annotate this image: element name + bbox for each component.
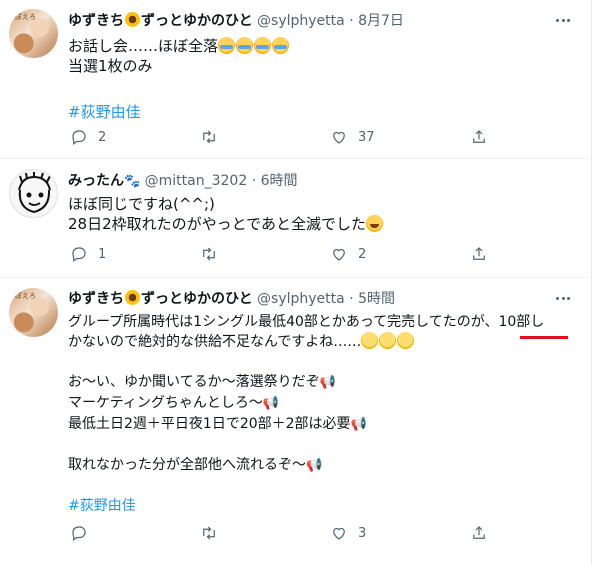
megaphone-emoji: 📢 bbox=[306, 458, 323, 473]
tweet-line: お～い、ゆか聞いてるか～落選祭りだぞ📢 bbox=[68, 374, 336, 390]
share-button[interactable] bbox=[470, 522, 488, 544]
tweet-line bbox=[68, 435, 570, 455]
like-count: 2 bbox=[358, 246, 367, 262]
share-icon bbox=[473, 130, 485, 143]
retweet-button[interactable] bbox=[200, 126, 228, 148]
tweet-line: 取れなかった分が全部他へ流れるぞ～📢 bbox=[68, 457, 323, 473]
share-button[interactable] bbox=[470, 126, 488, 148]
tweet[interactable]: ぽえろ ゆずきち ずっとゆかのひと @sylphyetta · 5時間 グループ所… bbox=[0, 278, 590, 565]
hashtag-link[interactable]: #荻野由佳 bbox=[68, 102, 570, 122]
tweet-line: 28日2枠取れたのがやっとであと全滅でした bbox=[68, 214, 570, 234]
crying-emoji bbox=[236, 37, 254, 54]
like-icon bbox=[333, 527, 345, 540]
crying-emoji bbox=[254, 37, 272, 54]
like-count: 37 bbox=[358, 129, 375, 145]
tweet-line: マーケティングちゃんとしろ～📢 bbox=[68, 395, 280, 411]
sad-face-emoji bbox=[361, 332, 379, 349]
grinning-emoji bbox=[366, 215, 384, 232]
display-name-suffix[interactable]: ずっとゆかのひと bbox=[141, 13, 253, 29]
timestamp[interactable]: 6時間 bbox=[261, 173, 298, 189]
separator-dot: · bbox=[349, 13, 354, 29]
reply-button[interactable]: 2 bbox=[70, 126, 106, 148]
display-name[interactable]: ゆずきち bbox=[68, 13, 124, 29]
megaphone-emoji: 📢 bbox=[319, 375, 336, 390]
tweet-header: ゆずきち ずっとゆかのひと @sylphyetta · 8月7日 bbox=[68, 11, 574, 31]
reply-button[interactable] bbox=[70, 522, 98, 544]
tweet-header: みったん🐾 @mittan_3202 · 6時間 bbox=[68, 171, 574, 191]
megaphone-emoji: 📢 bbox=[262, 396, 280, 411]
like-button[interactable]: 37 bbox=[330, 126, 375, 148]
like-button[interactable]: 2 bbox=[330, 243, 366, 265]
separator-dot: · bbox=[251, 173, 257, 189]
reply-icon bbox=[72, 526, 86, 541]
avatar-caption: ぽえろ bbox=[15, 13, 36, 21]
avatar[interactable] bbox=[9, 169, 58, 218]
reply-icon bbox=[72, 247, 86, 262]
retweet-button[interactable] bbox=[200, 522, 228, 544]
tweet[interactable]: みったん🐾 @mittan_3202 · 6時間 ほぼ同じですね(^^;) 28… bbox=[0, 159, 590, 278]
display-name[interactable]: ゆずきち bbox=[68, 291, 124, 307]
reply-button[interactable]: 1 bbox=[70, 243, 106, 265]
paw-print-emoji: 🐾 bbox=[124, 174, 141, 189]
tweet-line: お話し会……ほぼ全落 bbox=[68, 36, 570, 56]
tweet-line bbox=[68, 352, 570, 372]
handle[interactable]: @sylphyetta bbox=[257, 291, 345, 307]
tweet-line bbox=[68, 76, 570, 96]
tweet-line: グループ所属時代は1シングル最低40部とかあって完売してたのが、10部し bbox=[68, 314, 545, 330]
share-button[interactable] bbox=[470, 243, 488, 265]
like-count: 3 bbox=[358, 525, 367, 541]
sunflower-emoji bbox=[125, 290, 140, 305]
tweet-line bbox=[68, 476, 570, 496]
hashtag-link[interactable]: #荻野由佳 bbox=[68, 496, 570, 516]
retweet-icon bbox=[203, 247, 215, 261]
retweet-button[interactable] bbox=[200, 243, 228, 265]
tweet-actions: 1 2 bbox=[68, 243, 498, 265]
more-icon[interactable] bbox=[552, 287, 574, 309]
reply-count: 1 bbox=[98, 246, 107, 262]
separator-dot: · bbox=[349, 291, 354, 307]
handle[interactable]: @sylphyetta bbox=[257, 13, 345, 29]
reply-count: 2 bbox=[98, 129, 107, 145]
avatar[interactable]: ぽえろ bbox=[9, 288, 58, 337]
tweet-header: ゆずきち ずっとゆかのひと @sylphyetta · 5時間 bbox=[68, 289, 574, 309]
sad-face-emoji bbox=[379, 332, 397, 349]
sunflower-emoji bbox=[125, 12, 140, 27]
tweet-line: ほぼ同じですね(^^;) bbox=[68, 195, 215, 213]
avatar[interactable]: ぽえろ bbox=[9, 9, 58, 58]
avatar-caption: ぽえろ bbox=[15, 292, 36, 300]
share-icon bbox=[473, 526, 485, 539]
tweet-text: グループ所属時代は1シングル最低40部とかあって完売してたのが、10部し かない… bbox=[68, 312, 570, 516]
tweet-actions: 3 bbox=[68, 522, 498, 544]
display-name-suffix[interactable]: ずっとゆかのひと bbox=[141, 291, 253, 307]
doodle-face-icon bbox=[18, 172, 51, 214]
reply-icon bbox=[72, 130, 86, 145]
like-button[interactable]: 3 bbox=[330, 522, 366, 544]
tweet-line: 最低土日2週＋平日夜1日で20部＋2部は必要📢 bbox=[68, 416, 367, 432]
retweet-icon bbox=[203, 526, 215, 540]
timestamp[interactable]: 8月7日 bbox=[358, 13, 404, 29]
megaphone-emoji: 📢 bbox=[350, 417, 367, 432]
display-name[interactable]: みったん bbox=[68, 173, 124, 189]
tweet-line: かないので絶対的な供給不足なんですよね…… bbox=[68, 332, 570, 352]
tweet-actions: 2 37 bbox=[68, 126, 498, 148]
like-icon bbox=[333, 131, 345, 144]
share-icon bbox=[473, 247, 485, 260]
scrollbar-track[interactable] bbox=[591, 0, 601, 565]
red-annotation-underline bbox=[520, 336, 568, 339]
handle[interactable]: @mittan_3202 bbox=[145, 173, 248, 189]
more-icon[interactable] bbox=[552, 9, 574, 31]
tweet[interactable]: ぽえろ ゆずきち ずっとゆかのひと @sylphyetta · 8月7日 お話し会… bbox=[0, 0, 590, 159]
tweet-text: ほぼ同じですね(^^;) 28日2枠取れたのがやっとであと全滅でした bbox=[68, 194, 570, 234]
tweet-line: 当選1枚のみ bbox=[68, 57, 153, 75]
like-icon bbox=[333, 248, 345, 261]
crying-emoji bbox=[218, 37, 236, 54]
timestamp[interactable]: 5時間 bbox=[358, 291, 395, 307]
tweet-text: お話し会……ほぼ全落 当選1枚のみ #荻野由佳 bbox=[68, 36, 570, 122]
crying-emoji bbox=[272, 37, 290, 54]
retweet-icon bbox=[203, 130, 215, 144]
sad-face-emoji bbox=[397, 332, 415, 349]
